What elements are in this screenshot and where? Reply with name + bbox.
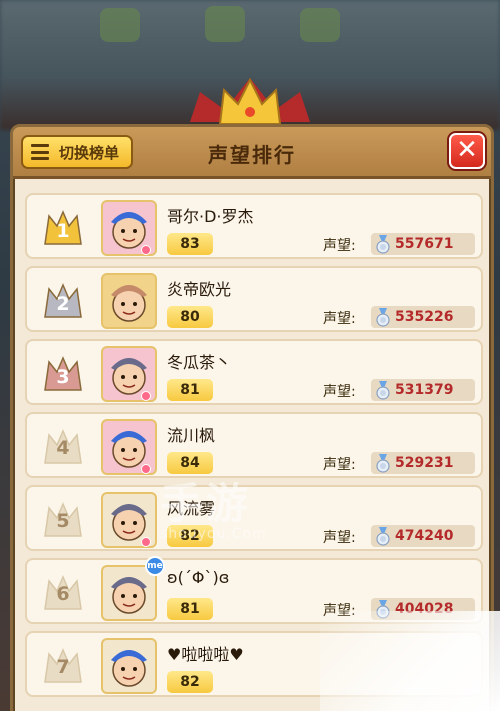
pig-sunglasses-avatar <box>111 285 147 322</box>
crown-icon <box>190 77 310 125</box>
rank-badge: 1 <box>43 210 83 246</box>
rank-badge: 4 <box>43 429 83 465</box>
background-decoration <box>100 8 140 42</box>
page-title: 声望排行 <box>208 143 296 167</box>
reputation-value: 474240 <box>395 528 454 544</box>
player-name: 风流雾 <box>167 499 216 518</box>
background-decoration <box>300 8 340 42</box>
reputation-bar: 557671 <box>371 233 475 255</box>
player-name: ʚ(´Φ`)ɞ <box>167 568 230 587</box>
reputation-bar: 529231 <box>371 452 475 474</box>
medal-icon <box>376 454 390 473</box>
player-level: 84 <box>167 452 213 474</box>
silver-hair-avatar <box>111 577 147 614</box>
reputation-label: 声望: <box>323 457 356 473</box>
reputation-label: 声望: <box>323 384 356 400</box>
rank-number: 1 <box>56 220 70 242</box>
player-name: 哥尔·D·罗杰 <box>167 207 254 226</box>
rank-number: 2 <box>56 293 70 315</box>
leaderboard-row[interactable]: 3 冬瓜茶丶 81 声望: 531379 <box>25 339 483 405</box>
player-name: 冬瓜茶丶 <box>167 353 232 372</box>
reputation-label: 声望: <box>323 238 356 254</box>
red-cap-plumber-avatar <box>111 650 147 687</box>
leaderboard-row[interactable]: 4 流川枫 84 声望: 529231 <box>25 412 483 478</box>
notification-dot <box>141 537 151 547</box>
notification-dot <box>141 391 151 401</box>
medal-icon <box>376 308 390 327</box>
background-decoration <box>205 6 245 42</box>
rank-number: 7 <box>56 656 70 678</box>
rank-badge: 7 <box>43 648 83 684</box>
player-level: 81 <box>167 598 213 620</box>
rank-badge: 6 <box>43 575 83 611</box>
close-icon: ✕ <box>456 135 478 165</box>
rank-number: 6 <box>56 583 70 605</box>
me-badge: me <box>145 556 165 576</box>
player-level: 81 <box>167 379 213 401</box>
player-level: 80 <box>167 306 213 328</box>
reputation-bar: 535226 <box>371 306 475 328</box>
corner-overlay <box>320 611 500 711</box>
reputation-value: 529231 <box>395 455 454 471</box>
rank-badge: 2 <box>43 283 83 319</box>
reputation-label: 声望: <box>323 530 356 546</box>
notification-dot <box>141 464 151 474</box>
reputation-value: 557671 <box>395 236 454 252</box>
rank-badge: 5 <box>43 502 83 538</box>
reputation-bar: 474240 <box>371 525 475 547</box>
medal-icon <box>376 527 390 546</box>
rank-number: 4 <box>56 437 70 459</box>
medal-icon <box>376 381 390 400</box>
player-level: 83 <box>167 233 213 255</box>
reputation-value: 531379 <box>395 382 454 398</box>
player-name: 流川枫 <box>167 426 216 445</box>
leaderboard-row[interactable]: 1 哥尔·D·罗杰 83 声望: 557671 <box>25 193 483 259</box>
avatar[interactable] <box>101 273 157 329</box>
reputation-label: 声望: <box>323 311 356 327</box>
rank-number: 3 <box>56 366 70 388</box>
medal-icon <box>376 235 390 254</box>
notification-dot <box>141 245 151 255</box>
player-name: ♥啦啦啦♥ <box>167 645 244 664</box>
leaderboard-row[interactable]: 2 炎帝欧光 80 声望: 535226 <box>25 266 483 332</box>
avatar[interactable] <box>101 638 157 694</box>
rank-number: 5 <box>56 510 70 532</box>
player-name: 炎帝欧光 <box>167 280 232 299</box>
panel-header: 切换榜单 声望排行 ✕ <box>13 127 491 179</box>
rank-badge: 3 <box>43 356 83 392</box>
leaderboard-row[interactable]: 5 风流雾 82 声望: 474240 <box>25 485 483 551</box>
close-button[interactable]: ✕ <box>449 133 485 169</box>
reputation-value: 535226 <box>395 309 454 325</box>
reputation-bar: 531379 <box>371 379 475 401</box>
player-level: 82 <box>167 525 213 547</box>
player-level: 82 <box>167 671 213 693</box>
